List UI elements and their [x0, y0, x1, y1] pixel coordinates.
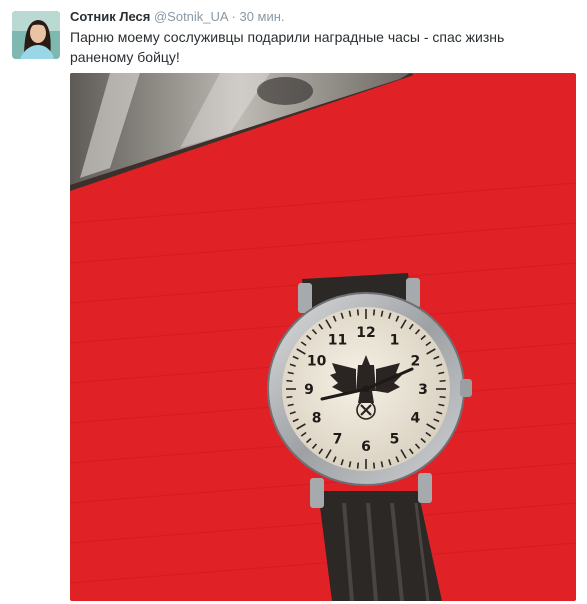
watch-photo: 12 12 3 45 6 78 9 1011 [70, 73, 576, 601]
dial-number: 2 [410, 354, 420, 370]
author-handle[interactable]: @Sotnik_UA [154, 9, 228, 24]
dial-number: 1 [390, 333, 400, 349]
tweet-header: Сотник Леся @Sotnik_UA · 30 мин. Парню м… [0, 0, 587, 70]
avatar-image [12, 11, 60, 59]
watch-crown [460, 379, 472, 397]
meta-separator: · [231, 9, 236, 24]
dial-number: 5 [390, 431, 400, 447]
dial-number: 11 [328, 333, 347, 349]
dial-number: 7 [333, 431, 343, 447]
dial-number: 3 [418, 382, 428, 398]
dial-number: 9 [304, 382, 314, 398]
tweet-text: Парню моему сослуживцы подарили наградны… [70, 29, 505, 65]
dial-number: 12 [356, 325, 375, 341]
dial-number: 6 [361, 439, 371, 455]
dial-number: 10 [307, 354, 327, 370]
tweet-timestamp[interactable]: 30 мин. [239, 9, 284, 24]
dial-number: 4 [410, 411, 420, 427]
author-name[interactable]: Сотник Леся [70, 9, 150, 24]
avatar[interactable] [12, 11, 60, 59]
dial-number: 8 [312, 411, 322, 427]
tweet-meta: Сотник Леся @Sotnik_UA · 30 мин. [70, 8, 285, 26]
tweet-photo[interactable]: 12 1 2 3 4 5 6 7 8 9 10 11 [70, 73, 576, 601]
